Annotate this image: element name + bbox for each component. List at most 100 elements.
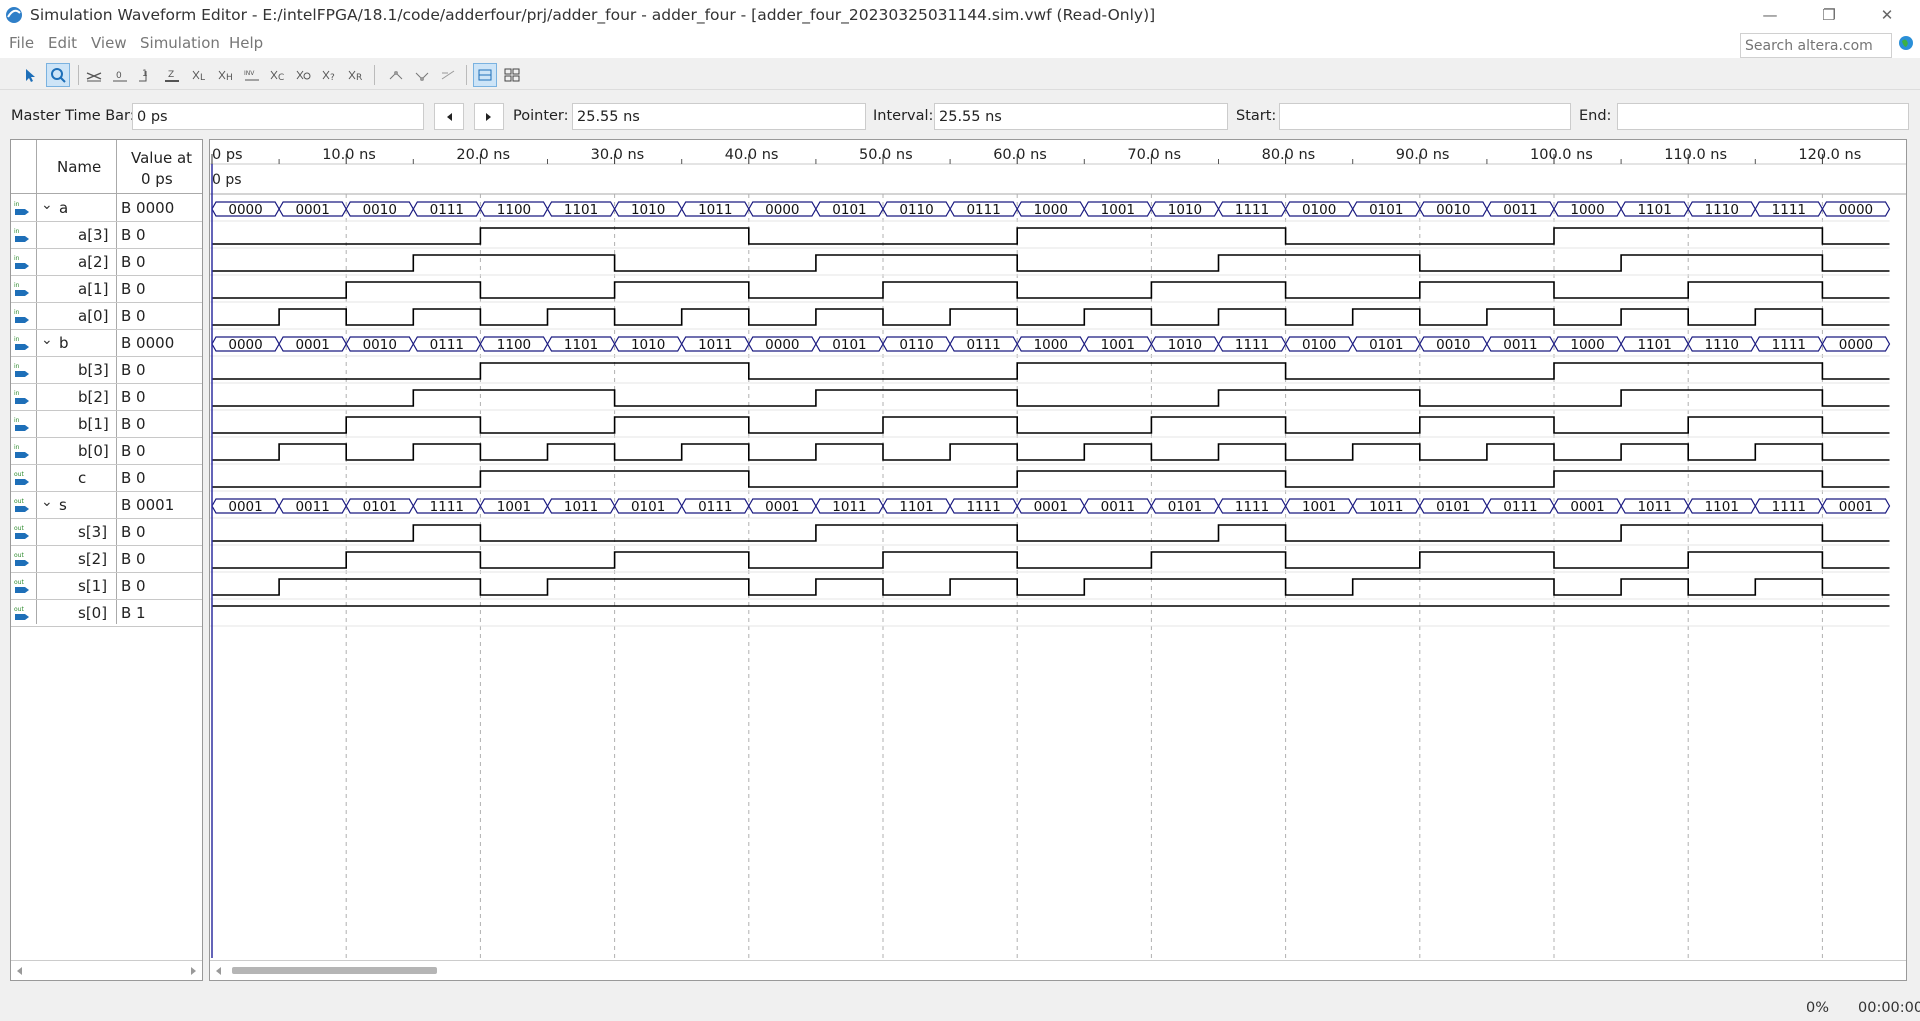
- minimize-button[interactable]: —: [1745, 0, 1795, 30]
- menu-help[interactable]: Help: [229, 34, 263, 52]
- close-button[interactable]: ✕: [1862, 0, 1912, 30]
- weak-low-icon[interactable]: L: [188, 63, 212, 87]
- waveform-panel[interactable]: 0 ps 10.0 ns 20.0 ns 30.0 ns 40.0 ns 50.0 ns 6…: [209, 139, 1907, 981]
- scroll-left-icon[interactable]: [15, 966, 23, 976]
- signal-row[interactable]: out c B 0: [11, 465, 202, 492]
- signal-row[interactable]: out s[3] B 0: [11, 519, 202, 546]
- signal-row[interactable]: in ⌄ a B 0000: [11, 195, 202, 222]
- output-pin-icon: out: [14, 579, 29, 593]
- overwrite-clock-icon[interactable]: [292, 63, 316, 87]
- bus-value-label: 1011: [564, 499, 598, 515]
- bus-value-label: 0101: [832, 337, 866, 353]
- expand-chevron-icon[interactable]: ⌄: [41, 494, 53, 510]
- value-column-header-time: 0 ps: [141, 170, 173, 188]
- signal-row[interactable]: out ⌄ s B 0001: [11, 492, 202, 519]
- expand-chevron-icon[interactable]: ⌄: [41, 332, 53, 348]
- bus-value-label: 1111: [966, 499, 1000, 515]
- time-tick-label: 50.0 ns: [859, 147, 913, 163]
- master-time-field[interactable]: 0 ps: [132, 103, 424, 130]
- toolbar: 0 1 Z L H INV C ? R: [0, 60, 1920, 90]
- grouping-icon[interactable]: [500, 63, 524, 87]
- title-bar: Simulation Waveform Editor - E:/intelFPG…: [0, 0, 1920, 30]
- bus-value-label: 1111: [1235, 202, 1269, 218]
- svg-text:in: in: [14, 444, 20, 451]
- bus-value-label: 0001: [1034, 499, 1068, 515]
- time-tick-label: 60.0 ns: [993, 147, 1047, 163]
- svg-text:Z: Z: [168, 70, 174, 80]
- expand-chevron-icon[interactable]: ⌄: [41, 197, 53, 213]
- selection-tool-icon[interactable]: [18, 63, 42, 87]
- menu-edit[interactable]: Edit: [48, 34, 77, 52]
- signal-row[interactable]: in b[3] B 0: [11, 357, 202, 384]
- uninitialized-value-icon[interactable]: [82, 63, 106, 87]
- signal-row[interactable]: out s[2] B 0: [11, 546, 202, 573]
- waveform-canvas[interactable]: 0 ps 10.0 ns 20.0 ns 30.0 ns 40.0 ns 50.0 ns 6…: [210, 140, 1906, 958]
- next-transition-button[interactable]: [474, 103, 504, 130]
- search-input[interactable]: [1740, 33, 1892, 58]
- signal-waveform: [212, 416, 1890, 434]
- count-value-icon[interactable]: C: [266, 63, 290, 87]
- time-tick-label: 0 ps: [212, 147, 243, 163]
- signal-row[interactable]: in a[2] B 0: [11, 249, 202, 276]
- snap-to-grid-icon[interactable]: [384, 63, 408, 87]
- high-impedance-icon[interactable]: Z: [160, 63, 184, 87]
- signal-waveform: [212, 578, 1890, 596]
- grid-view-icon[interactable]: [473, 63, 497, 87]
- menu-simulation[interactable]: Simulation: [140, 34, 220, 52]
- force-high-icon[interactable]: 1: [134, 63, 158, 87]
- signal-value: B 0001: [121, 496, 175, 514]
- arrange-icon[interactable]: [410, 63, 434, 87]
- reverse-icon[interactable]: [436, 63, 460, 87]
- zoom-tool-icon[interactable]: [46, 63, 70, 87]
- signal-value: B 0: [121, 307, 146, 325]
- signal-row[interactable]: in a[0] B 0: [11, 303, 202, 330]
- signal-value: B 0000: [121, 199, 175, 217]
- scroll-right-icon[interactable]: [190, 966, 198, 976]
- signal-list-scrollbar[interactable]: [11, 960, 202, 980]
- bus-value-label: 1101: [564, 202, 598, 218]
- prev-transition-button[interactable]: [434, 103, 464, 130]
- triangle-left-icon: [447, 112, 452, 121]
- signal-row[interactable]: in b[1] B 0: [11, 411, 202, 438]
- signal-row[interactable]: in a[3] B 0: [11, 222, 202, 249]
- signal-row[interactable]: in ⌄ b B 0000: [11, 330, 202, 357]
- input-pin-icon: in: [14, 444, 29, 458]
- time-tick-label: 10.0 ns: [322, 147, 376, 163]
- signal-name: a[2]: [78, 253, 109, 271]
- name-column-header[interactable]: Name: [57, 158, 101, 176]
- bus-value-label: 1101: [1637, 337, 1671, 353]
- dont-care-icon[interactable]: ?: [318, 63, 342, 87]
- bus-value-label: 0001: [228, 499, 262, 515]
- globe-icon[interactable]: [1898, 35, 1914, 51]
- time-tick-label: 100.0 ns: [1530, 147, 1593, 163]
- signal-row[interactable]: out s[1] B 0: [11, 573, 202, 600]
- signal-row[interactable]: in a[1] B 0: [11, 276, 202, 303]
- signal-name: b[1]: [78, 415, 109, 433]
- scroll-left-icon[interactable]: [214, 966, 222, 976]
- signal-list-panel: Name Value at 0 ps in ⌄ a B 0000 in a[3] B 0 in…: [10, 139, 203, 981]
- weak-high-icon[interactable]: H: [214, 63, 238, 87]
- signal-row[interactable]: out s[0] B 1: [11, 600, 202, 627]
- svg-text:in: in: [14, 417, 20, 424]
- menu-view[interactable]: View: [91, 34, 127, 52]
- invert-icon[interactable]: INV: [240, 63, 264, 87]
- signal-value: B 0: [121, 361, 146, 379]
- force-low-icon[interactable]: 0: [108, 63, 132, 87]
- signal-row[interactable]: in b[2] B 0: [11, 384, 202, 411]
- output-pin-icon: out: [14, 498, 29, 512]
- waveform-scrollbar[interactable]: [210, 960, 1906, 980]
- signal-value: B 1: [121, 604, 146, 622]
- signal-row[interactable]: in b[0] B 0: [11, 438, 202, 465]
- signal-name: b[0]: [78, 442, 109, 460]
- svg-text:out: out: [14, 471, 24, 478]
- maximize-button[interactable]: ❐: [1804, 0, 1854, 30]
- value-column-header[interactable]: Value at: [131, 149, 192, 167]
- menu-file[interactable]: File: [9, 34, 34, 52]
- menu-bar: File Edit View Simulation Help: [0, 30, 1920, 58]
- random-values-icon[interactable]: R: [344, 63, 368, 87]
- bus-value-label: 0000: [228, 202, 262, 218]
- scrollbar-thumb[interactable]: [232, 967, 437, 974]
- signal-list-header: Name Value at 0 ps: [11, 140, 202, 194]
- svg-text:INV: INV: [244, 70, 255, 77]
- time-tick-label: 120.0 ns: [1798, 147, 1861, 163]
